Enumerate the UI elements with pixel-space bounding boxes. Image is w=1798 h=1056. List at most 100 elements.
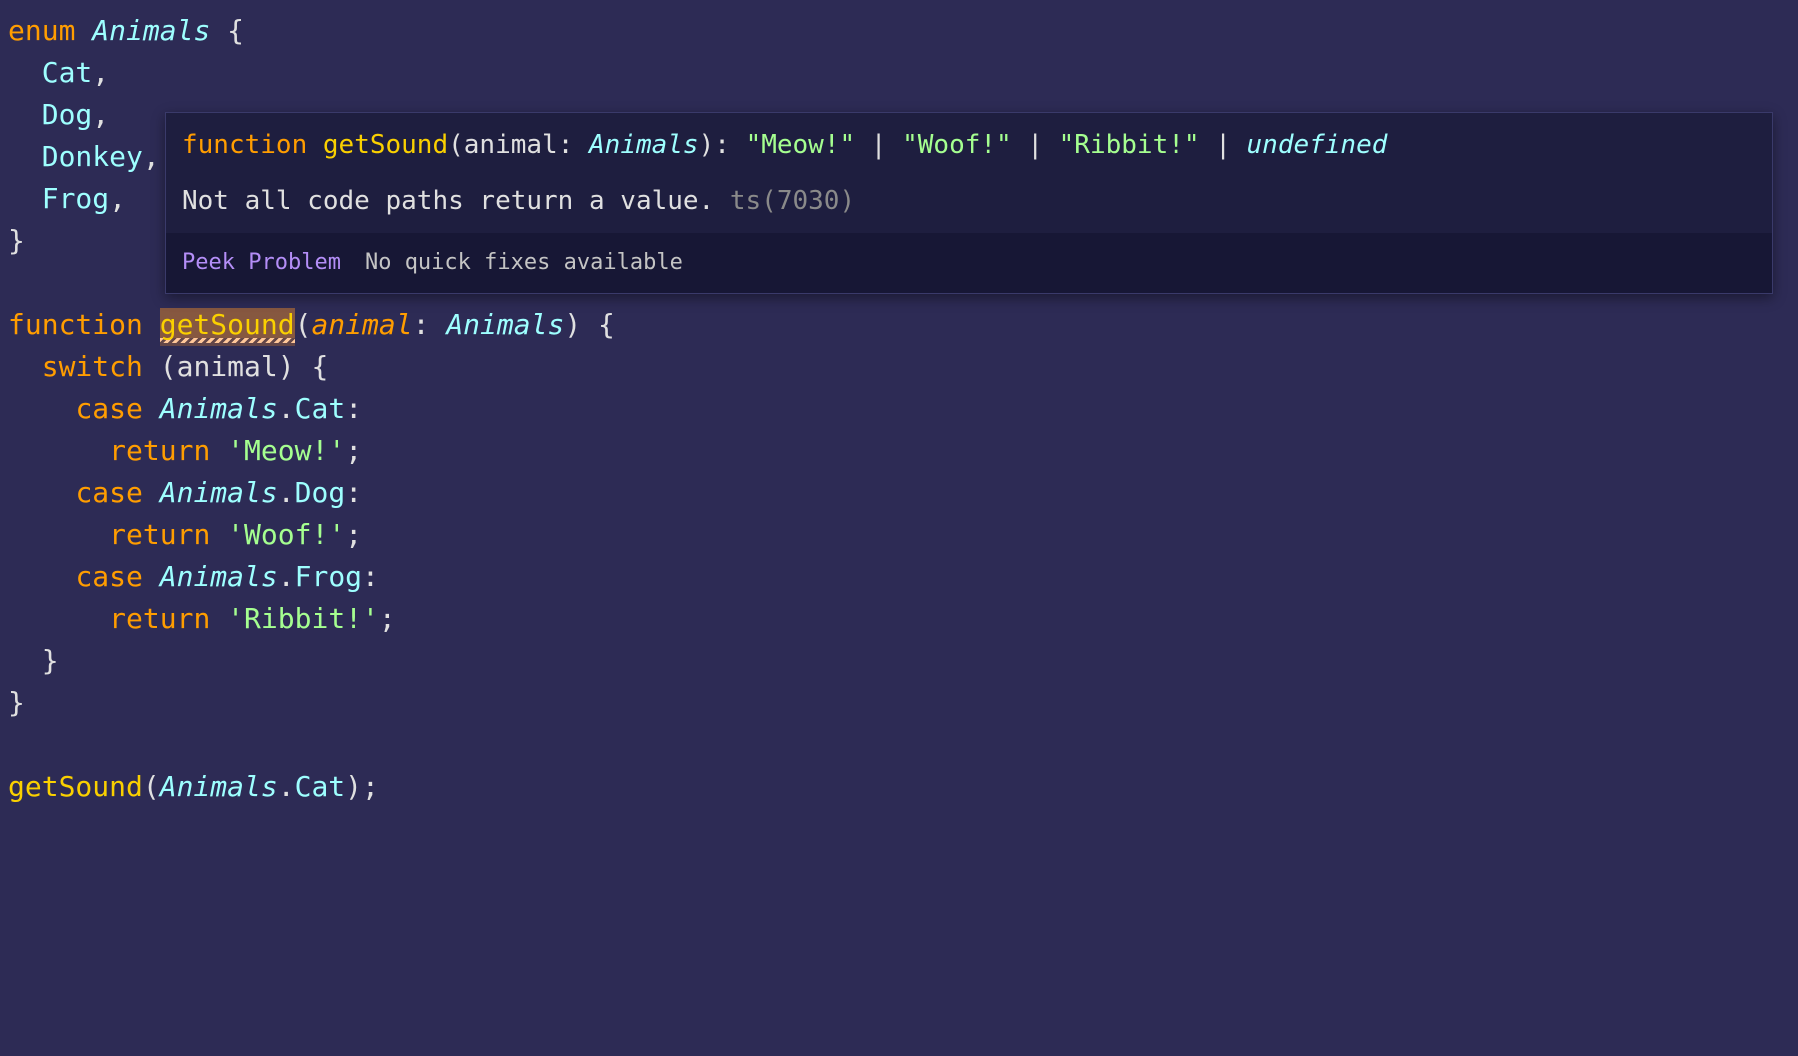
code-line: case Animals.Frog: — [8, 556, 1790, 598]
space — [210, 434, 227, 467]
pipe: | — [1200, 130, 1247, 160]
keyword-return: return — [109, 434, 210, 467]
string-literal: 'Woof!' — [227, 518, 345, 551]
colon: : — [413, 308, 447, 341]
brace: { — [210, 14, 244, 47]
sig-return-type: "Meow!" — [746, 130, 856, 160]
keyword-switch: switch — [42, 350, 143, 383]
indent — [8, 140, 42, 173]
error-text: Not all code paths return a value. — [182, 186, 730, 216]
indent — [8, 476, 75, 509]
hover-error-message: Not all code paths return a value. ts(70… — [166, 173, 1772, 233]
code-line: return 'Ribbit!'; — [8, 598, 1790, 640]
indent — [8, 518, 109, 551]
no-quick-fixes-label: No quick fixes available — [365, 243, 683, 283]
error-code: ts(7030) — [730, 186, 855, 216]
semicolon: ; — [345, 518, 362, 551]
comma: , — [92, 98, 109, 131]
comma: , — [109, 182, 126, 215]
pipe: | — [855, 130, 902, 160]
enum-member: Cat — [295, 392, 346, 425]
brace: ) { — [278, 350, 329, 383]
sig-return-type: undefined — [1247, 130, 1388, 160]
paren: ( — [143, 770, 160, 803]
dot: . — [278, 770, 295, 803]
semicolon: ; — [379, 602, 396, 635]
code-line: enum Animals { — [8, 10, 1790, 52]
enum-member: Donkey — [42, 140, 143, 173]
dot: . — [278, 476, 295, 509]
brace: } — [8, 686, 25, 719]
indent — [8, 350, 42, 383]
string-literal: 'Ribbit!' — [227, 602, 379, 635]
indent — [8, 56, 42, 89]
sig-param: animal — [464, 130, 558, 160]
code-line: } — [8, 640, 1790, 682]
sig-type: Animals — [589, 130, 699, 160]
code-line: function getSound(animal: Animals) { — [8, 304, 1790, 346]
space — [143, 476, 160, 509]
paren: ( — [143, 350, 177, 383]
enum-ref: Animals — [160, 770, 278, 803]
function-name-error[interactable]: getSound — [160, 308, 295, 346]
brace: { — [581, 308, 615, 341]
enum-member: Frog — [295, 560, 362, 593]
sig-function-name: getSound — [323, 130, 448, 160]
colon: : — [345, 392, 362, 425]
comma: , — [92, 56, 109, 89]
type-name: Animals — [92, 14, 210, 47]
paren: ( — [448, 130, 464, 160]
code-line: case Animals.Dog: — [8, 472, 1790, 514]
code-line: return 'Meow!'; — [8, 430, 1790, 472]
colon: : — [558, 130, 589, 160]
indent — [8, 644, 42, 677]
space — [143, 392, 160, 425]
peek-problem-link[interactable]: Peek Problem — [182, 243, 341, 283]
pipe: | — [1012, 130, 1059, 160]
code-line: Cat, — [8, 52, 1790, 94]
identifier: animal — [177, 350, 278, 383]
keyword-case: case — [75, 560, 142, 593]
comma: , — [143, 140, 160, 173]
colon: : — [345, 476, 362, 509]
sig-return-type: "Woof!" — [902, 130, 1012, 160]
keyword-return: return — [109, 518, 210, 551]
brace: } — [42, 644, 59, 677]
sig-return-type: "Ribbit!" — [1059, 130, 1200, 160]
keyword-case: case — [75, 392, 142, 425]
enum-member: Cat — [42, 56, 93, 89]
enum-ref: Animals — [160, 392, 278, 425]
keyword-case: case — [75, 476, 142, 509]
enum-member: Cat — [295, 770, 346, 803]
paren: ( — [295, 308, 312, 341]
param-type: Animals — [446, 308, 564, 341]
code-line: return 'Woof!'; — [8, 514, 1790, 556]
dot: . — [278, 392, 295, 425]
code-line: switch (animal) { — [8, 346, 1790, 388]
hover-tooltip: function getSound(animal: Animals): "Meo… — [165, 112, 1773, 294]
indent — [8, 392, 75, 425]
code-line: getSound(Animals.Cat); — [8, 766, 1790, 808]
dot: . — [278, 560, 295, 593]
keyword-function: function — [8, 308, 143, 341]
semicolon: ; — [345, 434, 362, 467]
indent — [8, 434, 109, 467]
brace: } — [8, 224, 25, 257]
space — [210, 518, 227, 551]
enum-ref: Animals — [160, 560, 278, 593]
enum-member: Frog — [42, 182, 109, 215]
space — [143, 560, 160, 593]
string-literal: 'Meow!' — [227, 434, 345, 467]
enum-ref: Animals — [160, 476, 278, 509]
paren: ): — [699, 130, 746, 160]
hover-signature: function getSound(animal: Animals): "Meo… — [166, 113, 1772, 173]
code-line: case Animals.Cat: — [8, 388, 1790, 430]
enum-member: Dog — [42, 98, 93, 131]
sig-keyword: function — [182, 130, 307, 160]
param-name: animal — [311, 308, 412, 341]
colon: : — [362, 560, 379, 593]
space — [143, 308, 160, 341]
indent — [8, 98, 42, 131]
code-line — [8, 724, 1790, 766]
code-line: } — [8, 682, 1790, 724]
